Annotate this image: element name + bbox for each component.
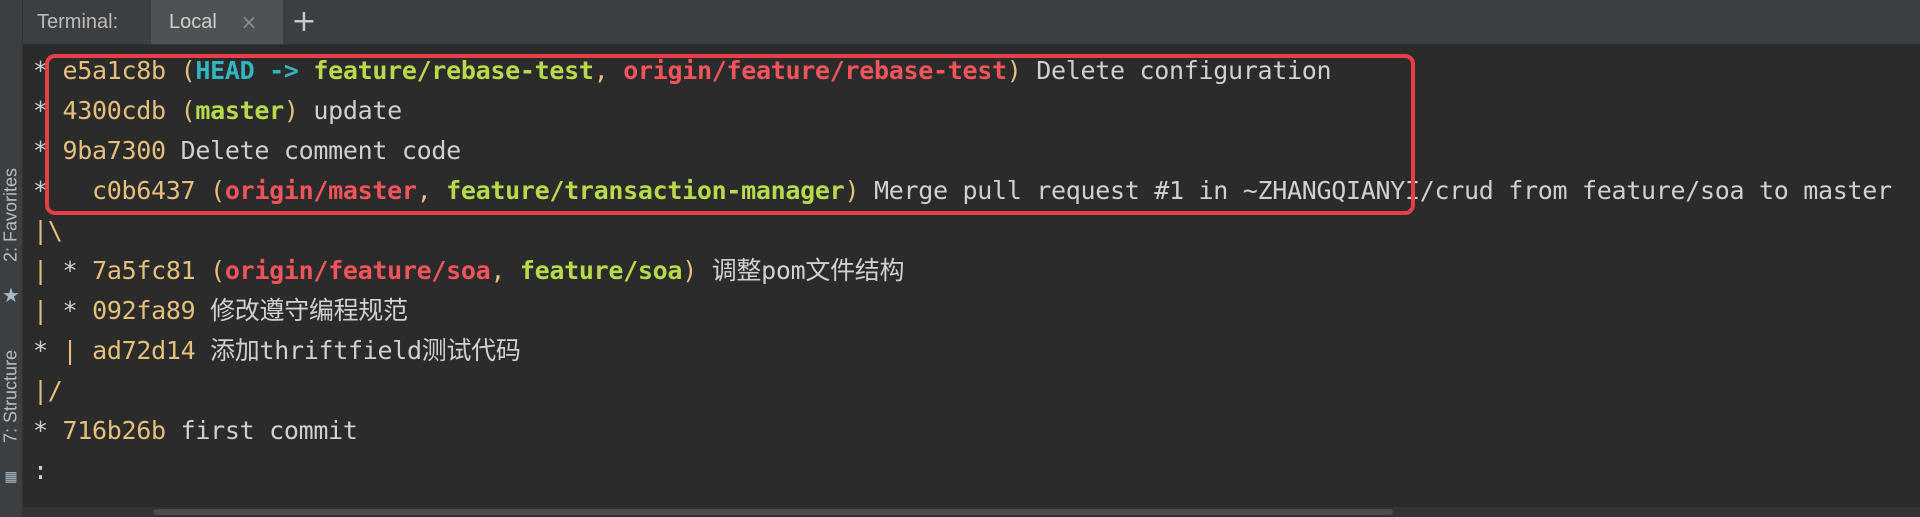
terminal-output[interactable]: * e5a1c8b (HEAD -> feature/rebase-test, … [23, 45, 1920, 507]
plus-icon[interactable]: + [289, 4, 319, 40]
commit-message: 添加thriftfield测试代码 [210, 336, 521, 365]
local-branch: master [195, 96, 284, 125]
comma: , [593, 56, 609, 85]
remote-branch: origin/feature/rebase-test [623, 56, 1007, 85]
structure-icon: ▦ [4, 468, 18, 484]
graph-branch: |\ [33, 216, 63, 245]
close-paren: ) [844, 176, 860, 205]
commit-marker: * [62, 256, 78, 285]
commit-marker: * [33, 416, 48, 445]
commit-message: update [313, 96, 402, 125]
commit-marker: * [33, 96, 48, 125]
graph-line: |/ [33, 371, 63, 411]
head-arrow: -> [269, 56, 299, 85]
terminal-title: Terminal: [37, 11, 119, 33]
graph-branch: | [33, 296, 48, 325]
prompt-text: : [33, 456, 48, 485]
commit-marker: * [33, 176, 48, 205]
commit-marker: * [33, 136, 48, 165]
log-line: * 4300cdb (master) update [33, 91, 402, 131]
log-line: | * 7a5fc81 (origin/feature/soa, feature… [33, 251, 904, 291]
open-paren: ( [210, 176, 225, 205]
open-paren: ( [180, 56, 196, 85]
commit-marker: * [62, 296, 78, 325]
comma: , [490, 256, 506, 285]
commit-message: 修改遵守编程规范 [210, 296, 408, 325]
log-line: * | ad72d14 添加thriftfield测试代码 [33, 331, 521, 371]
favorites-label: 2: Favorites [0, 168, 21, 263]
close-paren: ) [682, 256, 697, 285]
commit-hash: e5a1c8b [62, 56, 167, 85]
log-line: * e5a1c8b (HEAD -> feature/rebase-test, … [33, 51, 1332, 91]
head-ref: HEAD [195, 56, 255, 85]
remote-branch: origin/master [224, 176, 417, 205]
close-paren: ) [283, 96, 299, 125]
commit-message: Delete configuration [1036, 56, 1332, 85]
local-branch: feature/soa [519, 256, 683, 285]
local-branch: feature/transaction-manager [446, 176, 845, 205]
log-line: * 9ba7300 Delete comment code [33, 131, 461, 171]
graph-merge: |/ [33, 376, 63, 405]
scrollbar-thumb[interactable] [153, 509, 1393, 515]
graph-line: |\ [33, 211, 63, 251]
commit-hash: 7a5fc81 [92, 256, 196, 285]
log-line: * 716b26b first commit [33, 411, 358, 451]
commit-hash: 4300cdb [62, 96, 167, 125]
log-line: * c0b6437 (origin/master, feature/transa… [33, 171, 1892, 211]
favorites-tool-window-button[interactable]: 2: Favorites ★ [0, 168, 21, 306]
commit-marker: * [33, 56, 48, 85]
tab-local[interactable]: Local × [151, 0, 283, 44]
log-line: | * 092fa89 修改遵守编程规范 [33, 291, 408, 331]
graph-branch: | [33, 256, 48, 285]
commit-message: Delete comment code [180, 136, 462, 165]
graph-branch: | [62, 336, 78, 365]
commit-message: Merge pull request #1 in ~ZHANGQIANYI/cr… [873, 176, 1892, 205]
left-tool-strip: 2: Favorites ★ 7: Structure ▦ [0, 0, 23, 517]
commit-message: first commit [180, 416, 358, 445]
open-paren: ( [180, 96, 196, 125]
structure-tool-window-button[interactable]: 7: Structure ▦ [0, 350, 21, 484]
open-paren: ( [210, 256, 225, 285]
remote-branch: origin/feature/soa [224, 256, 491, 285]
close-paren: ) [1006, 56, 1022, 85]
comma: , [416, 176, 432, 205]
commit-message: 调整pom文件结构 [711, 256, 905, 285]
horizontal-scrollbar[interactable] [23, 507, 1920, 517]
commit-hash: 092fa89 [92, 296, 196, 325]
commit-hash: 716b26b [62, 416, 167, 445]
local-branch: feature/rebase-test [313, 56, 594, 85]
commit-marker: * [33, 336, 48, 365]
commit-hash: 9ba7300 [62, 136, 167, 165]
star-icon: ★ [2, 285, 20, 307]
commit-hash: ad72d14 [92, 336, 196, 365]
terminal-tab-bar: Terminal: Local × + [23, 0, 1920, 45]
pager-prompt[interactable]: : [33, 451, 48, 491]
close-icon[interactable]: × [239, 8, 259, 36]
tab-label: Local [169, 11, 217, 33]
structure-label: 7: Structure [0, 350, 21, 444]
ide-window: 2: Favorites ★ 7: Structure ▦ Terminal: … [0, 0, 1920, 517]
commit-hash: c0b6437 [92, 176, 196, 205]
